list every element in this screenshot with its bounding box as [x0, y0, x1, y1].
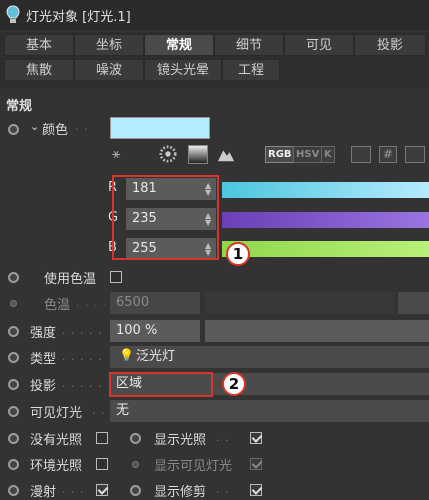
- show-visible-light-label: 显示可见灯光: [154, 459, 233, 474]
- tab-noise[interactable]: 噪波: [74, 59, 144, 81]
- tab-basic[interactable]: 基本: [4, 34, 74, 56]
- temperature-input: 6500: [110, 292, 200, 314]
- use-temperature-dot[interactable]: [8, 272, 19, 283]
- temperature-leader: . . . .: [76, 296, 108, 309]
- diffuse-leader: . . .: [62, 483, 85, 496]
- tab-coordinates[interactable]: 坐标: [74, 34, 144, 56]
- type-label: 类型: [30, 352, 57, 367]
- intensity-input[interactable]: 100 %: [110, 320, 200, 342]
- section-title: 常规: [6, 99, 33, 114]
- show-clipping-leader: . .: [216, 483, 230, 496]
- type-dot[interactable]: [8, 352, 19, 363]
- temperature-label: 色温: [44, 298, 71, 313]
- visible-light-leader: . .: [92, 404, 106, 417]
- tab-details[interactable]: 细节: [214, 34, 284, 56]
- swatches-icon[interactable]: [405, 146, 425, 163]
- temperature-slider-track: [205, 292, 395, 314]
- tab-shadow[interactable]: 投影: [354, 34, 426, 56]
- no-illumination-label: 没有光照: [30, 433, 83, 448]
- show-illumination-checkbox[interactable]: [250, 432, 262, 444]
- diffuse-label: 漫射: [30, 485, 57, 500]
- intensity-dot[interactable]: [8, 326, 19, 337]
- window-title: 灯光对象 [灯光.1]: [26, 10, 131, 25]
- tab-visibility[interactable]: 可见: [284, 34, 354, 56]
- mixer-icon[interactable]: [351, 146, 371, 163]
- type-dropdown[interactable]: 泛光灯: [110, 346, 429, 368]
- color-label: 颜色: [42, 123, 69, 138]
- color-wheel-icon[interactable]: [158, 145, 178, 163]
- shadow-dot[interactable]: [8, 379, 19, 390]
- gradient-icon[interactable]: [188, 145, 208, 164]
- callout-badge-2: 2: [222, 372, 246, 396]
- b-slider[interactable]: [222, 241, 429, 257]
- callout-badge-1: 1: [226, 242, 250, 266]
- type-leader: . . . . .: [62, 350, 103, 363]
- rgb-mode-button[interactable]: RGB: [265, 146, 295, 163]
- color-swatch[interactable]: [110, 117, 210, 139]
- no-illumination-dot[interactable]: [8, 433, 19, 444]
- show-illumination-leader: . .: [216, 431, 230, 444]
- tab-general[interactable]: 常规: [144, 34, 214, 56]
- highlight-box-rgb: [112, 175, 219, 260]
- no-illumination-checkbox[interactable]: [96, 432, 108, 444]
- hsv-mode-button[interactable]: HSV: [293, 146, 323, 163]
- highlight-box-shadow: [109, 372, 213, 397]
- shadow-leader: . . . . .: [62, 377, 103, 390]
- ambient-dot[interactable]: [8, 459, 19, 470]
- show-clipping-checkbox[interactable]: [250, 484, 262, 496]
- image-icon[interactable]: [216, 145, 236, 163]
- use-temperature-label: 使用色温: [44, 272, 97, 287]
- intensity-leader: . . . . .: [62, 324, 103, 337]
- show-visible-light-checkbox: [250, 458, 262, 470]
- show-illumination-dot[interactable]: [130, 433, 141, 444]
- bulb-icon: 💡: [119, 348, 134, 362]
- ambient-checkbox[interactable]: [96, 458, 108, 470]
- ambient-label: 环境光照: [30, 459, 83, 474]
- visible-light-label: 可见灯光: [30, 406, 83, 421]
- intensity-label: 强度: [30, 326, 57, 341]
- color-animate-dot[interactable]: [8, 124, 19, 135]
- temperature-dot: [10, 300, 17, 307]
- visible-light-dot[interactable]: [8, 406, 19, 417]
- intensity-slider[interactable]: [205, 320, 429, 342]
- chevron-down-icon[interactable]: ⌄: [30, 120, 39, 133]
- tab-caustics[interactable]: 焦散: [4, 59, 74, 81]
- light-bulb-icon: [6, 5, 20, 23]
- show-clipping-label: 显示修剪: [154, 485, 207, 500]
- r-slider[interactable]: [222, 182, 429, 198]
- show-visible-light-dot: [132, 461, 139, 468]
- show-illumination-label: 显示光照: [154, 433, 207, 448]
- shadow-label: 投影: [30, 379, 57, 394]
- g-slider[interactable]: [222, 212, 429, 228]
- visible-light-dropdown[interactable]: 无: [110, 400, 429, 422]
- kelvin-mode-button[interactable]: K: [321, 146, 335, 163]
- hex-icon[interactable]: #: [379, 146, 397, 163]
- color-leader: . .: [75, 120, 89, 133]
- show-clipping-dot[interactable]: [130, 485, 141, 496]
- temperature-slider-knob: [398, 292, 429, 314]
- use-temperature-checkbox[interactable]: [110, 271, 122, 283]
- diffuse-checkbox[interactable]: [96, 484, 108, 496]
- diffuse-dot[interactable]: [8, 485, 19, 496]
- tab-project[interactable]: 工程: [222, 59, 280, 81]
- eyedropper-icon[interactable]: ⚹: [112, 146, 134, 164]
- tab-lens-flare[interactable]: 镜头光晕: [144, 59, 222, 81]
